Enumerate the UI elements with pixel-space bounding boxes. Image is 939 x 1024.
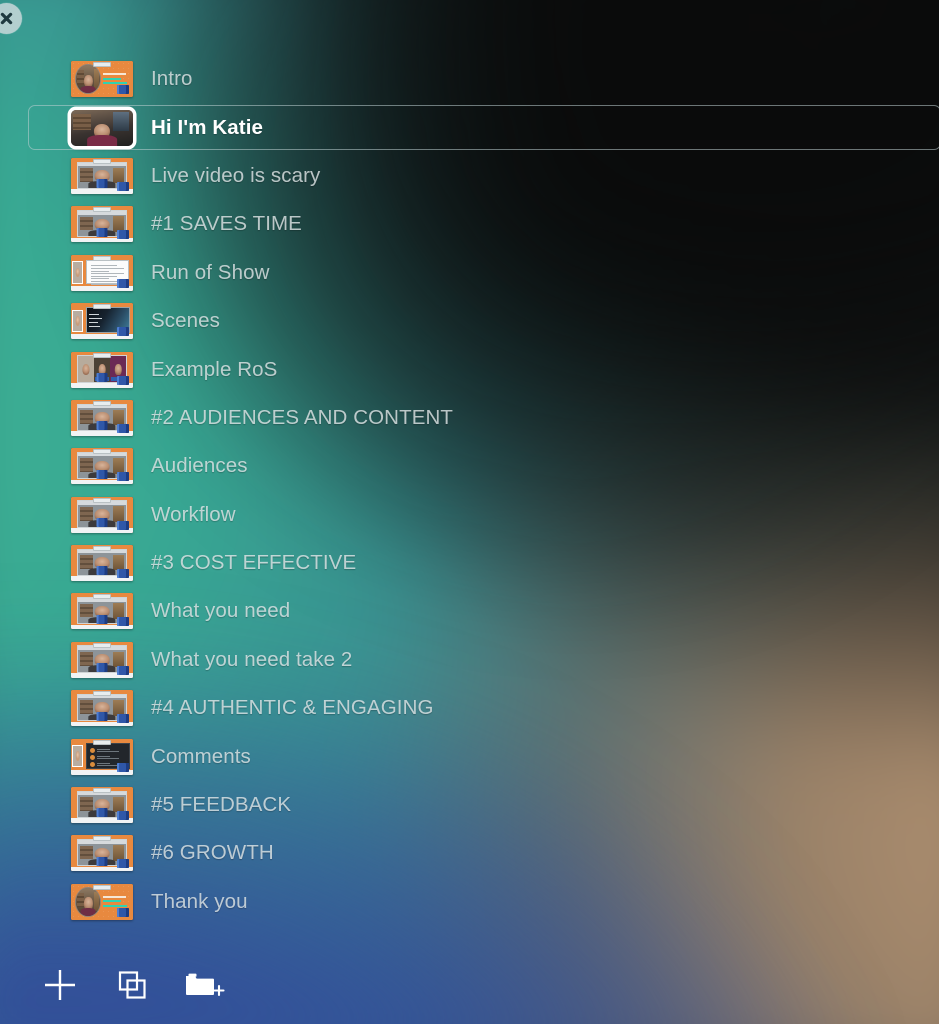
screenshare-person-icon [71, 593, 133, 630]
scene-list-item[interactable]: Hi I'm Katie [0, 103, 939, 151]
scene-list-item-label: Live video is scary [151, 163, 321, 187]
screenshare-person-icon [71, 496, 133, 533]
dark-screen-icon [71, 303, 133, 340]
plus-icon [42, 967, 78, 1003]
scene-thumbnail[interactable] [71, 351, 133, 388]
scene-thumbnail[interactable] [71, 545, 133, 582]
scene-thumbnail[interactable] [71, 738, 133, 775]
scene-list-item-label: #6 GROWTH [151, 841, 274, 865]
scene-list-item-label: Scenes [151, 309, 220, 333]
scene-thumbnail[interactable] [71, 109, 133, 146]
scene-thumbnail[interactable] [71, 690, 133, 727]
scene-list-item-label: What you need [151, 599, 291, 623]
screenshare-person-icon [71, 206, 133, 243]
scene-thumbnail[interactable] [71, 496, 133, 533]
scene-list-item-label: Intro [151, 67, 193, 91]
add-scene-button[interactable] [38, 963, 82, 1007]
duplicate-icon [116, 969, 148, 1001]
scene-thumbnail[interactable] [71, 254, 133, 291]
scene-thumbnail[interactable] [71, 303, 133, 340]
scene-list-item-label: #3 COST EFFECTIVE [151, 551, 357, 575]
scene-list-item[interactable]: #2 AUDIENCES AND CONTENT [0, 394, 939, 442]
screenshare-person-icon [71, 835, 133, 872]
scene-list-item[interactable]: Thank you [0, 878, 939, 926]
scene-thumbnail[interactable] [71, 641, 133, 678]
scene-thumbnail[interactable] [71, 206, 133, 243]
scene-list-item[interactable]: #1 SAVES TIME [0, 200, 939, 248]
scene-list-item-label: #1 SAVES TIME [151, 212, 302, 236]
scene-thumbnail[interactable] [71, 399, 133, 436]
scene-list-item[interactable]: #5 FEEDBACK [0, 781, 939, 829]
scene-thumbnail[interactable] [71, 835, 133, 872]
duplicate-scene-button[interactable] [110, 963, 154, 1007]
scene-list-item[interactable]: Workflow [0, 491, 939, 539]
scene-thumbnail[interactable] [71, 448, 133, 485]
scene-list-item-label: Run of Show [151, 260, 270, 284]
scene-list-item[interactable]: Audiences [0, 442, 939, 490]
scene-list-item-label: Thank you [151, 889, 248, 913]
scene-list-item-label: Hi I'm Katie [151, 115, 264, 139]
title-card-orange-icon [71, 61, 133, 98]
scene-thumbnail[interactable] [71, 157, 133, 194]
screenshare-person-icon [71, 157, 133, 194]
scene-list-item[interactable]: Intro [0, 55, 939, 103]
scene-list-item-label: What you need take 2 [151, 647, 353, 671]
scene-toolbar [0, 946, 939, 1024]
screenshare-person-icon [71, 787, 133, 824]
screenshare-person-icon [71, 641, 133, 678]
screenshare-person-icon [71, 545, 133, 582]
scene-list-item[interactable]: Comments [0, 732, 939, 780]
scene-list-item-label: Workflow [151, 502, 236, 526]
scene-thumbnail[interactable] [71, 787, 133, 824]
scene-list-item[interactable]: Example RoS [0, 345, 939, 393]
scene-list: Intro Hi I'm Katie Live video is scary #1 S… [0, 55, 939, 926]
scene-list-item-label: Example RoS [151, 357, 278, 381]
close-icon [0, 10, 15, 27]
scene-list-item[interactable]: #6 GROWTH [0, 829, 939, 877]
scene-list-item-label: Audiences [151, 454, 248, 478]
scene-list-item-label: #5 FEEDBACK [151, 793, 292, 817]
scene-list-item-label: #4 AUTHENTIC & ENGAGING [151, 696, 434, 720]
scene-list-item[interactable]: What you need take 2 [0, 636, 939, 684]
document-sheet-icon [71, 254, 133, 291]
scene-list-item[interactable]: Scenes [0, 297, 939, 345]
scene-thumbnail[interactable] [71, 61, 133, 98]
scene-list-item[interactable]: #3 COST EFFECTIVE [0, 539, 939, 587]
add-folder-button[interactable] [182, 963, 226, 1007]
screenshare-person-icon [71, 448, 133, 485]
scene-list-item[interactable]: Live video is scary [0, 152, 939, 200]
scene-list-item-label: Comments [151, 744, 251, 768]
scene-thumbnail[interactable] [71, 593, 133, 630]
folder-plus-icon [183, 969, 225, 1001]
screenshare-person-icon [71, 399, 133, 436]
scene-thumbnail[interactable] [71, 883, 133, 920]
comments-panel-icon [71, 738, 133, 775]
scene-list-panel: Intro Hi I'm Katie Live video is scary #1 S… [0, 0, 939, 1024]
three-up-tiles-icon [71, 351, 133, 388]
scene-list-item[interactable]: Run of Show [0, 249, 939, 297]
scene-list-item-label: #2 AUDIENCES AND CONTENT [151, 405, 453, 429]
scene-list-item[interactable]: #4 AUTHENTIC & ENGAGING [0, 684, 939, 732]
screenshare-person-icon [71, 690, 133, 727]
scene-list-item[interactable]: What you need [0, 587, 939, 635]
webcam-room-icon [71, 109, 133, 146]
title-card-orange-icon [71, 883, 133, 920]
